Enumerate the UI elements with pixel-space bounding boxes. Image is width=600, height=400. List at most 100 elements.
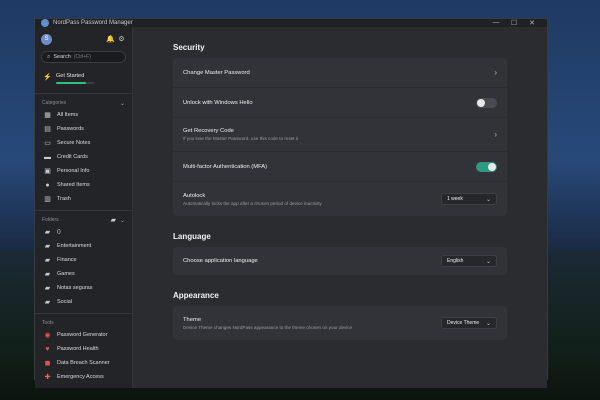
folder-item[interactable]: ▰ Notas seguras — [35, 281, 132, 295]
maximize-button[interactable]: ☐ — [505, 19, 523, 27]
divider — [35, 93, 132, 94]
bell-icon[interactable]: 🔔 — [106, 35, 115, 43]
folder-item[interactable]: ▰ Games — [35, 267, 132, 281]
row-label: Theme — [183, 316, 202, 323]
avatar[interactable]: S — [41, 33, 52, 45]
tools-title: Tools — [42, 320, 54, 326]
sidebar-item-secure-notes[interactable]: ▭ Secure Notes — [35, 136, 132, 150]
tool-label: Password Health — [57, 346, 99, 352]
sidebar-item-label: Passwords — [57, 126, 84, 132]
sidebar-item-trash[interactable]: ▥ Trash — [35, 192, 132, 206]
row-label: Autolock — [183, 192, 206, 199]
unlock-windows-hello-row: Unlock with Windows Hello — [173, 88, 507, 118]
sidebar-item-label: Personal Info — [57, 168, 90, 174]
settings-gear-icon[interactable]: ⚙ — [117, 35, 126, 43]
sidebar-item-passwords[interactable]: ▤ Passwords — [35, 122, 132, 136]
minimize-button[interactable]: — — [487, 19, 505, 27]
mfa-toggle[interactable] — [476, 161, 497, 172]
folder-item[interactable]: ▰ () — [35, 225, 132, 239]
appearance-heading: Appearance — [173, 291, 219, 300]
folder-label: Games — [57, 271, 75, 277]
get-started-progress-fill — [56, 82, 86, 84]
folder-label: () — [57, 229, 61, 235]
folders-title: Folders — [42, 217, 59, 223]
grid-icon: ▦ — [44, 112, 51, 119]
search-icon: ⌕ — [47, 53, 51, 60]
language-select[interactable]: English ⌄ — [441, 255, 497, 267]
theme-select[interactable]: Device Theme ⌄ — [441, 317, 497, 329]
toggle-knob — [477, 98, 485, 107]
tools-list: ◉ Password Generator ♥ Password Health ◼ Da… — [35, 328, 132, 384]
get-started-item[interactable]: ⚡ Get Started — [35, 69, 132, 89]
sidebar-item-credit-cards[interactable]: ▬ Credit Cards — [35, 150, 132, 164]
window-controls: — ☐ ✕ — [487, 19, 541, 27]
security-card: Change Master Password › Unlock with Win… — [173, 58, 507, 216]
folder-label: Notas seguras — [57, 285, 93, 291]
folder-icon: ▰ — [44, 257, 51, 264]
windows-hello-toggle[interactable] — [476, 97, 497, 108]
search-input[interactable]: ⌕ Search (Ctrl+F) — [41, 51, 126, 63]
language-card: Choose application language English ⌄ — [173, 247, 507, 275]
select-value: 1 week — [447, 196, 463, 202]
select-value: Device Theme — [447, 320, 480, 326]
autolock-row: Autolock Automatically locks the app aft… — [173, 182, 507, 216]
scanner-icon: ◼ — [44, 360, 51, 367]
emergency-icon: ✚ — [44, 374, 51, 381]
toggle-knob — [488, 162, 496, 171]
sidebar: S 🔔 ⚙ ⌕ Search (Ctrl+F) ⚡ Get Started Ca… — [35, 27, 133, 388]
recovery-code-row[interactable]: Get Recovery Code If you lose the Master… — [173, 118, 507, 152]
sidebar-item-all-items[interactable]: ▦ All Items — [35, 108, 132, 122]
change-master-password-row[interactable]: Change Master Password › — [173, 58, 507, 88]
settings-panel: Security Change Master Password › Unlock… — [133, 27, 547, 388]
window-title: NordPass Password Manager — [53, 20, 133, 26]
sidebar-item-password-generator[interactable]: ◉ Password Generator — [35, 328, 132, 342]
folder-item[interactable]: ▰ Social — [35, 295, 132, 309]
folder-item[interactable]: ▰ Entertainment — [35, 239, 132, 253]
card-icon: ▬ — [44, 153, 51, 161]
folder-label: Entertainment — [57, 243, 92, 249]
chevron-right-icon: › — [494, 68, 497, 77]
theme-row: Theme Device Theme changes NordPass appe… — [173, 306, 507, 340]
row-description: If you lose the Master Password, use thi… — [183, 136, 299, 141]
chevron-right-icon: › — [494, 130, 497, 139]
sidebar-item-password-health[interactable]: ♥ Password Health — [35, 342, 132, 356]
divider — [35, 210, 132, 211]
id-icon: ▣ — [44, 168, 51, 175]
appearance-card: Theme Device Theme changes NordPass appe… — [173, 306, 507, 340]
add-folder-icon[interactable]: ▰ — [111, 216, 116, 224]
sidebar-item-personal-info[interactable]: ▣ Personal Info — [35, 164, 132, 178]
note-icon: ▭ — [44, 140, 51, 147]
autolock-select[interactable]: 1 week ⌄ — [441, 193, 497, 205]
chevron-down-icon: ⌄ — [119, 100, 125, 107]
health-icon: ♥ — [45, 345, 50, 353]
tools-header: Tools — [35, 318, 132, 328]
row-label: Get Recovery Code — [183, 128, 234, 134]
generator-icon: ◉ — [44, 332, 51, 339]
folder-label: Finance — [57, 257, 77, 263]
close-button[interactable]: ✕ — [523, 19, 541, 27]
folder-icon: ▰ — [44, 299, 51, 306]
folder-item[interactable]: ▰ Finance — [35, 253, 132, 267]
row-label: Unlock with Windows Hello — [183, 99, 253, 106]
row-label: Multi-factor Authentication (MFA) — [183, 163, 268, 170]
folders-header[interactable]: Folders ▰ ⌄ — [35, 215, 132, 225]
app-window: NordPass Password Manager — ☐ ✕ S 🔔 ⚙ ⌕ … — [34, 18, 548, 388]
folder-icon: ▰ — [44, 229, 51, 236]
folder-icon: ▰ — [44, 285, 51, 292]
row-label: Change Master Password — [183, 69, 250, 76]
sidebar-item-emergency-access[interactable]: ✚ Emergency Access — [35, 370, 132, 384]
categories-header[interactable]: Categories ⌄ — [35, 98, 132, 108]
language-heading: Language — [173, 232, 211, 241]
title-bar: NordPass Password Manager — ☐ ✕ — [35, 19, 547, 27]
sidebar-item-data-breach-scanner[interactable]: ◼ Data Breach Scanner — [35, 356, 132, 370]
tool-label: Data Breach Scanner — [57, 360, 110, 366]
nordpass-logo-icon — [41, 19, 49, 27]
sidebar-item-label: All Items — [57, 112, 79, 118]
search-label: Search — [53, 54, 71, 60]
chevron-down-icon: ⌄ — [119, 217, 125, 224]
search-shortcut: (Ctrl+F) — [73, 54, 91, 60]
mfa-row: Multi-factor Authentication (MFA) — [173, 152, 507, 182]
trash-icon: ▥ — [44, 196, 51, 203]
sidebar-item-shared-items[interactable]: ● Shared Items — [35, 178, 132, 192]
language-row: Choose application language English ⌄ — [173, 247, 507, 275]
